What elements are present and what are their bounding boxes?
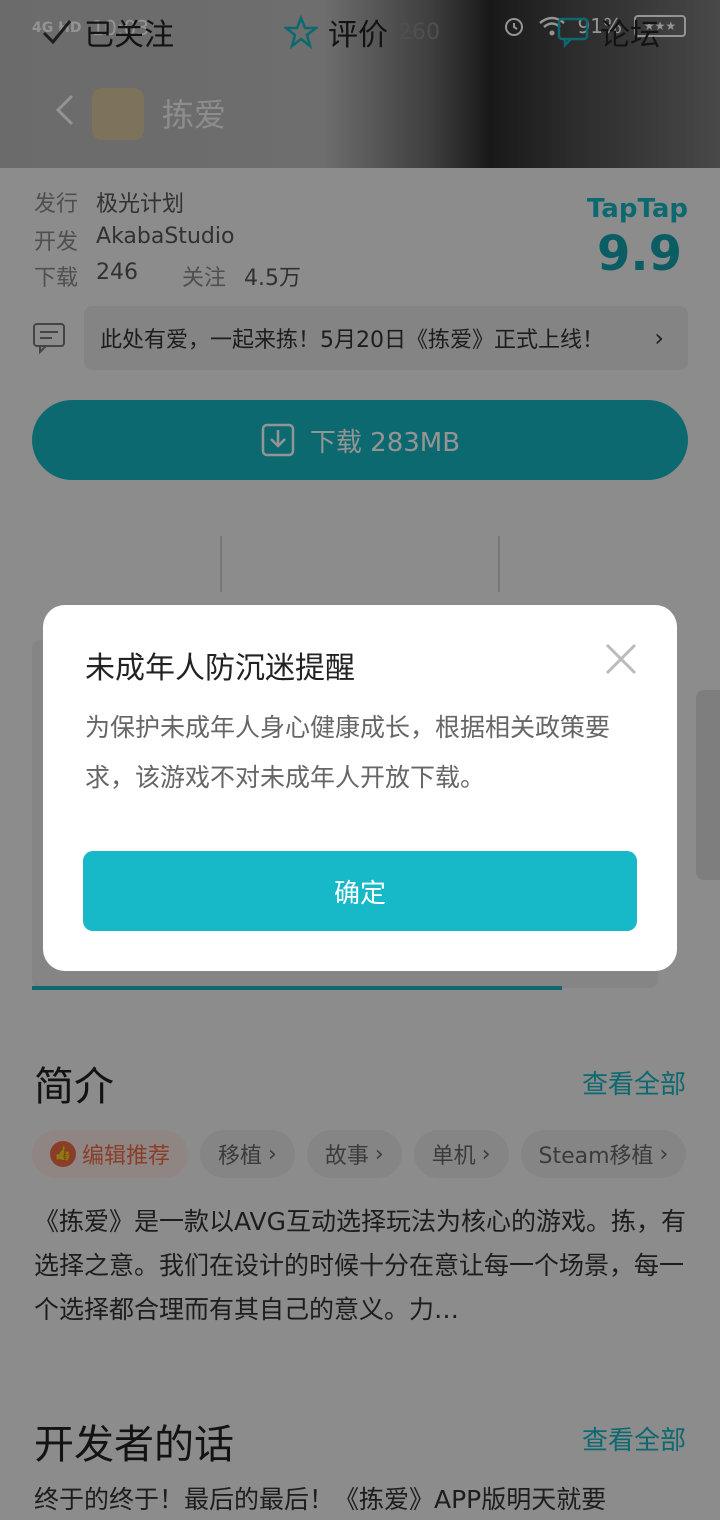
confirm-button[interactable]: 确定: [83, 851, 637, 931]
anti-addiction-dialog: 未成年人防沉迷提醒 为保护未成年人身心健康成长，根据相关政策要求，该游戏不对未成…: [43, 605, 677, 971]
dialog-message: 为保护未成年人身心健康成长，根据相关政策要求，该游戏不对未成年人开放下载。: [85, 713, 611, 792]
close-icon[interactable]: [603, 641, 639, 677]
dialog-title: 未成年人防沉迷提醒: [85, 651, 355, 686]
